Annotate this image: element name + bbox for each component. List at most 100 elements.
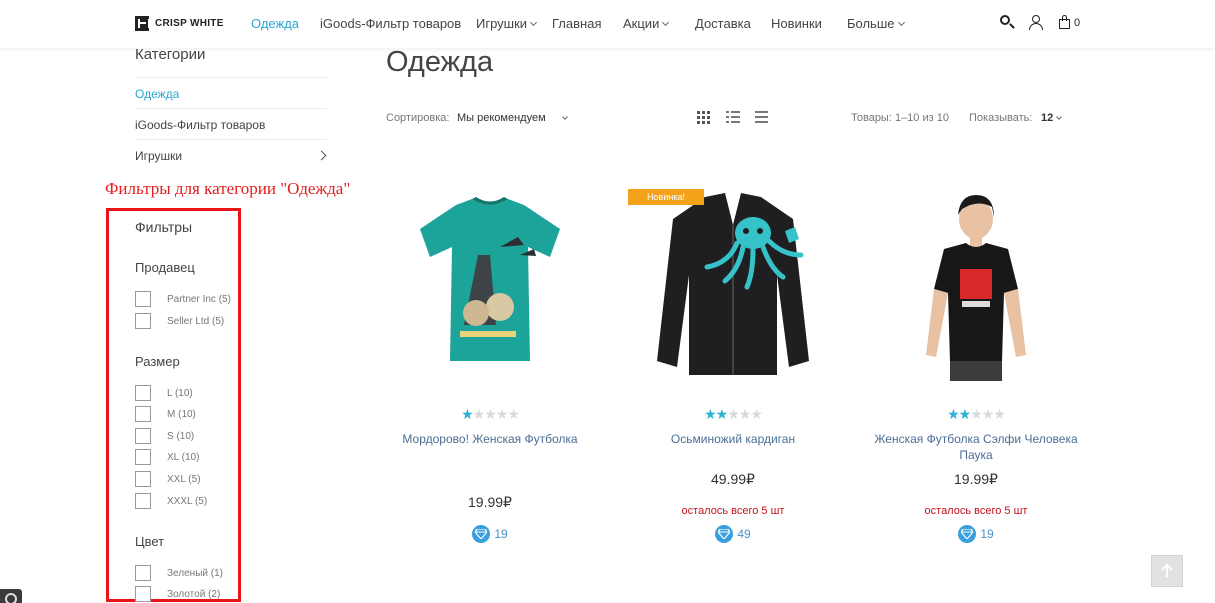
- chevron-down-icon[interactable]: [562, 114, 568, 120]
- product-name[interactable]: Осьминожий кардиган: [626, 431, 840, 447]
- top-header: CRISP WHITE Одежда iGoods-Фильтр товаров…: [0, 0, 1215, 48]
- checkbox[interactable]: [135, 586, 151, 602]
- bonus-points: 19: [869, 525, 1083, 543]
- divider: [135, 77, 327, 78]
- bonus-points: 49: [626, 525, 840, 543]
- filter-option[interactable]: XXXL (5): [135, 493, 207, 509]
- filter-option-label: L (10): [167, 387, 193, 399]
- category-item-clothing[interactable]: Одежда: [135, 87, 179, 101]
- checkbox[interactable]: [135, 313, 151, 329]
- nav-label: Новинки: [771, 16, 822, 31]
- scroll-to-top-button[interactable]: [1151, 555, 1183, 587]
- nav-label: Игрушки: [476, 16, 528, 31]
- product-image-cardigan[interactable]: [643, 185, 823, 390]
- list-view-icon[interactable]: [726, 111, 740, 124]
- product-name[interactable]: Мордорово! Женская Футболка: [383, 431, 597, 447]
- nav-label: Главная: [552, 16, 602, 31]
- user-icon[interactable]: [1029, 15, 1043, 30]
- product-price: 19.99₽: [954, 471, 998, 487]
- filter-option[interactable]: M (10): [135, 406, 196, 422]
- product-card[interactable]: ★★★★★ Мордорово! Женская Футболка 19.99₽…: [383, 185, 597, 555]
- product-card[interactable]: ★★★★★ Осьминожий кардиган 49.99₽ осталос…: [626, 185, 840, 555]
- filter-option[interactable]: Partner Inc (5): [135, 291, 231, 307]
- chevron-down-icon: [897, 18, 905, 27]
- filter-option[interactable]: Seller Ltd (5): [135, 313, 224, 329]
- points-value: 49: [737, 527, 751, 541]
- filter-option[interactable]: L (10): [135, 385, 193, 401]
- page-title: Одежда: [386, 46, 494, 78]
- product-name[interactable]: Женская Футболка Сэлфи Человека Паука: [869, 431, 1083, 463]
- filter-option-label: Seller Ltd (5): [167, 315, 225, 327]
- product-card[interactable]: ★★★★★ Женская Футболка Сэлфи Человека Па…: [869, 185, 1083, 555]
- stock-status: осталось всего 5 шт: [681, 505, 785, 517]
- chevron-right-icon[interactable]: [316, 150, 327, 161]
- nav-item-igoods-filter[interactable]: iGoods-Фильтр товаров: [320, 16, 461, 32]
- checkbox[interactable]: [135, 493, 151, 509]
- checkbox[interactable]: [135, 428, 151, 444]
- filter-group-title-color: Цвет: [135, 534, 165, 549]
- grid-view-icon[interactable]: [697, 111, 711, 124]
- checkbox[interactable]: [135, 565, 151, 581]
- product-image-tshirt[interactable]: [400, 185, 580, 390]
- filters-title: Фильтры: [135, 219, 193, 235]
- checkbox[interactable]: [135, 471, 151, 487]
- divider: [135, 108, 327, 109]
- diamond-icon: [715, 525, 734, 543]
- shopping-bag-icon[interactable]: [1059, 15, 1071, 29]
- nav-item-sales[interactable]: Акции: [623, 16, 670, 32]
- categories-title: Категории: [135, 46, 206, 63]
- points-value: 19: [980, 527, 994, 541]
- nav-item-home[interactable]: Главная: [552, 16, 601, 32]
- checkbox[interactable]: [135, 406, 151, 422]
- rating-stars: ★★★★★: [947, 406, 1006, 422]
- annotation-text: Фильтры для категории "Одежда": [105, 179, 351, 198]
- product-price: 19.99₽: [468, 494, 512, 510]
- nav-label: Одежда: [251, 16, 300, 31]
- filter-group-title-seller: Продавец: [135, 260, 195, 275]
- product-price: 49.99₽: [711, 471, 755, 487]
- filter-option[interactable]: XXL (5): [135, 471, 201, 487]
- filter-option[interactable]: XL (10): [135, 449, 199, 465]
- product-image-model-tshirt[interactable]: [886, 185, 1066, 390]
- filter-group-title-size: Размер: [135, 354, 180, 369]
- nav-item-new[interactable]: Новинки: [771, 16, 822, 32]
- per-page-dropdown[interactable]: 12: [1041, 112, 1053, 124]
- divider: [135, 139, 327, 140]
- arrow-up-icon: [1161, 564, 1173, 577]
- nav-label: Акции: [623, 16, 660, 31]
- diamond-icon: [958, 525, 977, 543]
- gear-icon[interactable]: [0, 589, 22, 603]
- nav-label: iGoods-Фильтр товаров: [320, 16, 462, 31]
- filter-option-label: Золотой (2): [167, 588, 221, 600]
- rating-stars: ★★★★★: [461, 406, 520, 422]
- filter-option-label: XXL (5): [167, 473, 201, 485]
- diamond-icon: [472, 525, 491, 543]
- nav-label: Больше: [847, 16, 895, 31]
- cart-count[interactable]: 0: [1074, 17, 1080, 29]
- filter-option-label: XXXL (5): [167, 495, 208, 507]
- nav-item-more[interactable]: Больше: [847, 16, 905, 32]
- filter-option-label: S (10): [167, 430, 195, 442]
- chevron-down-icon[interactable]: [1056, 114, 1062, 120]
- compact-list-view-icon[interactable]: [755, 111, 769, 124]
- new-badge: Новинка!: [628, 189, 704, 205]
- nav-label: Доставка: [695, 16, 751, 31]
- rating-stars: ★★★★★: [704, 406, 763, 422]
- category-item-igoods-filter[interactable]: iGoods-Фильтр товаров: [135, 118, 265, 132]
- per-page-label: Показывать:: [969, 112, 1033, 124]
- checkbox[interactable]: [135, 449, 151, 465]
- nav-item-clothing[interactable]: Одежда: [251, 16, 299, 32]
- points-value: 19: [494, 527, 508, 541]
- checkbox[interactable]: [135, 291, 151, 307]
- filter-option[interactable]: S (10): [135, 428, 194, 444]
- category-item-toys[interactable]: Игрушки: [135, 149, 182, 163]
- product-count: Товары: 1–10 из 10: [851, 112, 949, 124]
- filter-option-label: Partner Inc (5): [167, 293, 231, 305]
- sort-dropdown[interactable]: Мы рекомендуем: [457, 112, 546, 124]
- filter-option[interactable]: Зеленый (1): [135, 565, 223, 581]
- search-icon[interactable]: [1000, 15, 1015, 29]
- checkbox[interactable]: [135, 385, 151, 401]
- nav-item-delivery[interactable]: Доставка: [695, 16, 751, 32]
- filter-option[interactable]: Золотой (2): [135, 586, 220, 602]
- nav-item-toys[interactable]: Игрушки: [476, 16, 538, 32]
